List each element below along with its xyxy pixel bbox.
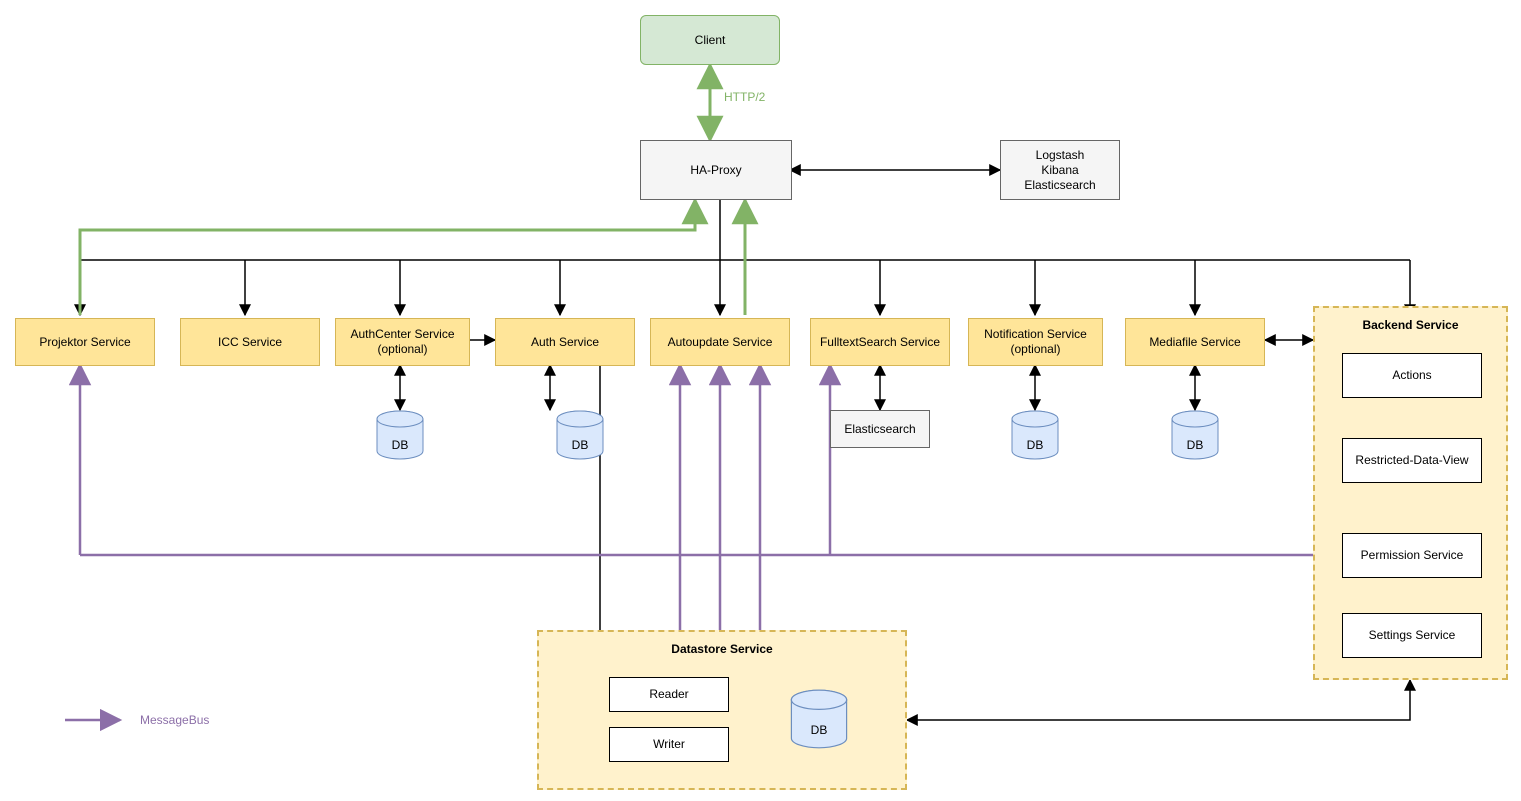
http2-label: HTTP/2 <box>724 90 765 104</box>
icc-label: ICC Service <box>218 335 282 350</box>
auth-service: Auth Service <box>495 318 635 366</box>
authcenter-label: AuthCenter Service (optional) <box>350 327 454 357</box>
autoupdate-service: Autoupdate Service <box>650 318 790 366</box>
datastore-title: Datastore Service <box>539 642 905 656</box>
db-label: DB <box>375 438 425 452</box>
db-label: DB <box>555 438 605 452</box>
datastore-db: DB <box>789 687 849 757</box>
mediafile-service: Mediafile Service <box>1125 318 1265 366</box>
authcenter-db: DB <box>375 410 425 465</box>
autoupdate-label: Autoupdate Service <box>668 335 773 350</box>
fulltext-label: FulltextSearch Service <box>820 335 940 350</box>
fulltextsearch-service: FulltextSearch Service <box>810 318 950 366</box>
writer-label: Writer <box>653 737 685 752</box>
log-stack-box: Logstash Kibana Elasticsearch <box>1000 140 1120 200</box>
auth-label: Auth Service <box>531 335 599 350</box>
mediafile-label: Mediafile Service <box>1149 335 1240 350</box>
elasticsearch-label: Elasticsearch <box>844 422 915 437</box>
backend-title: Backend Service <box>1315 318 1506 332</box>
legend-messagebus: MessageBus <box>140 713 209 727</box>
projektor-service: Projektor Service <box>15 318 155 366</box>
backend-service-container: Backend Service Actions Restricted-Data-… <box>1313 306 1508 680</box>
notification-db: DB <box>1010 410 1060 465</box>
client-label: Client <box>695 33 726 48</box>
haproxy-box: HA-Proxy <box>640 140 792 200</box>
backend-settings-label: Settings Service <box>1369 628 1456 643</box>
haproxy-label: HA-Proxy <box>690 163 741 178</box>
backend-permission: Permission Service <box>1342 533 1482 578</box>
client-box: Client <box>640 15 780 65</box>
auth-db: DB <box>555 410 605 465</box>
projektor-label: Projektor Service <box>39 335 130 350</box>
backend-actions-label: Actions <box>1392 368 1431 383</box>
db-label: DB <box>789 723 849 737</box>
backend-settings: Settings Service <box>1342 613 1482 658</box>
backend-permission-label: Permission Service <box>1361 548 1464 563</box>
db-label: DB <box>1170 438 1220 452</box>
backend-restricted-label: Restricted-Data-View <box>1355 453 1468 468</box>
backend-actions: Actions <box>1342 353 1482 398</box>
datastore-container: Datastore Service Reader Writer DB <box>537 630 907 790</box>
db-label: DB <box>1010 438 1060 452</box>
elasticsearch-box: Elasticsearch <box>830 410 930 448</box>
datastore-reader: Reader <box>609 677 729 712</box>
backend-restricted: Restricted-Data-View <box>1342 438 1482 483</box>
icc-service: ICC Service <box>180 318 320 366</box>
notification-label: Notification Service (optional) <box>984 327 1087 357</box>
notification-service: Notification Service (optional) <box>968 318 1103 366</box>
log-stack-label: Logstash Kibana Elasticsearch <box>1024 148 1095 193</box>
mediafile-db: DB <box>1170 410 1220 465</box>
datastore-writer: Writer <box>609 727 729 762</box>
reader-label: Reader <box>649 687 688 702</box>
authcenter-service: AuthCenter Service (optional) <box>335 318 470 366</box>
